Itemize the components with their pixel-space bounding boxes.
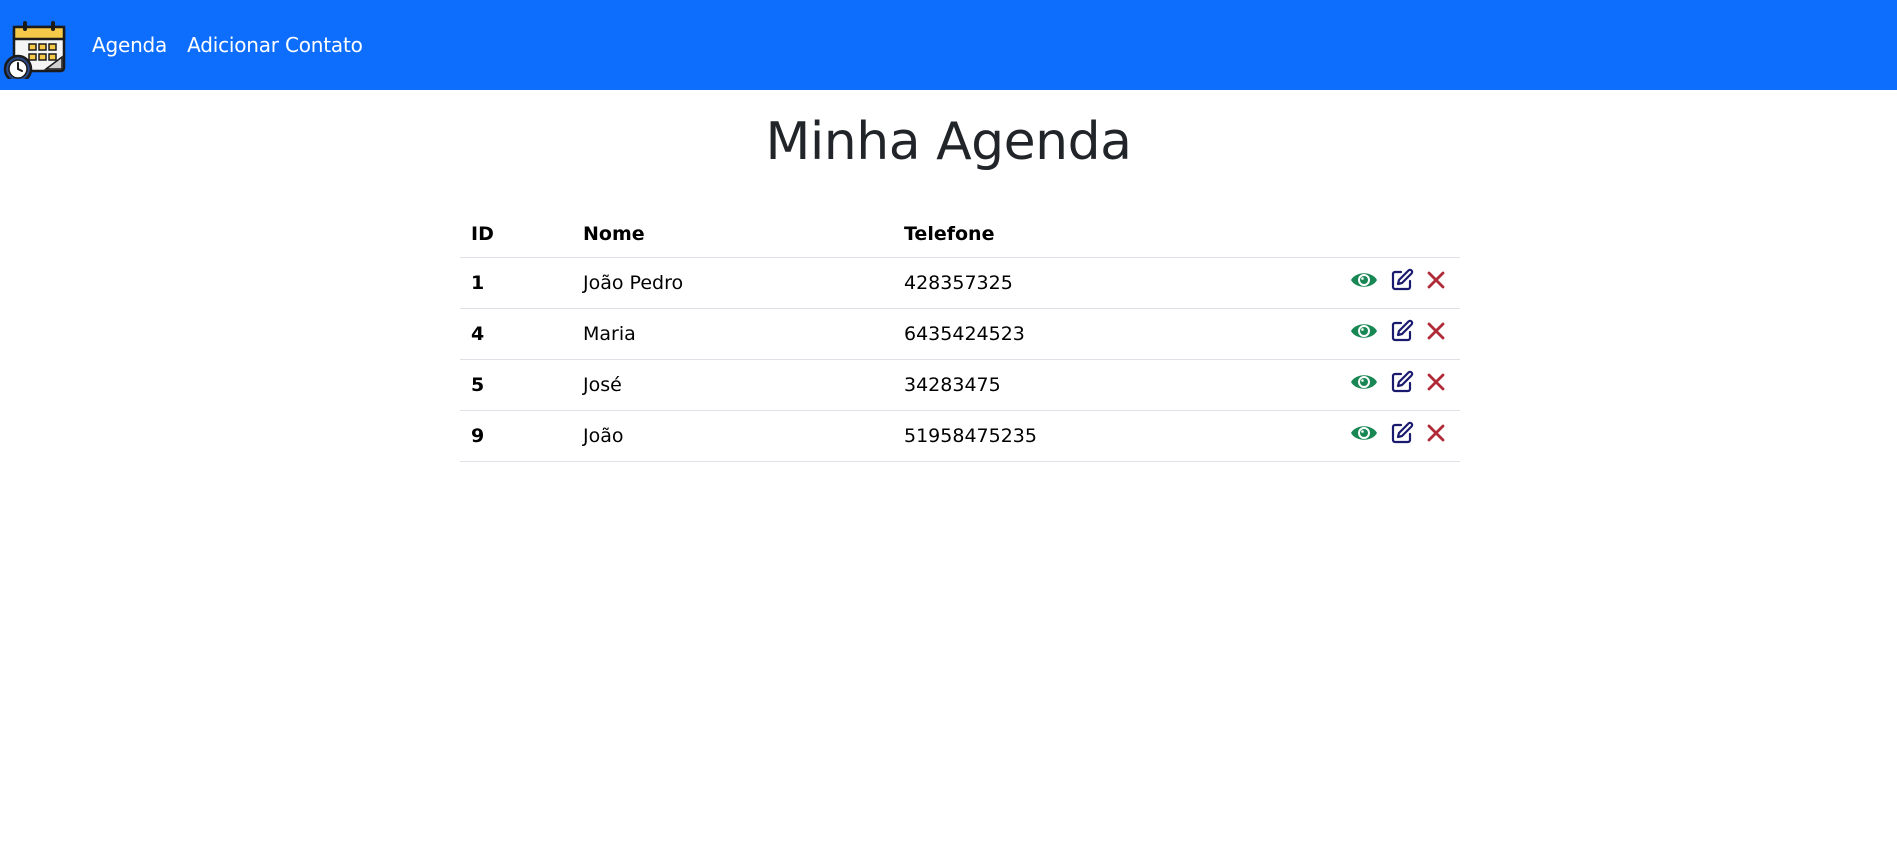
table-header-row: ID Nome Telefone (460, 211, 1460, 258)
calendar-clock-icon[interactable] (2, 13, 68, 84)
edit-icon[interactable] (1390, 268, 1414, 297)
cell-telefone: 51958475235 (893, 410, 1293, 462)
nav-link-agenda[interactable]: Agenda (92, 33, 167, 57)
eye-icon[interactable] (1350, 422, 1378, 449)
nav-links: Agenda Adicionar Contato (92, 33, 383, 57)
cell-nome: João (572, 410, 893, 462)
close-icon[interactable] (1426, 372, 1446, 397)
navbar: Agenda Adicionar Contato (0, 0, 1897, 90)
nav-link-adicionar-contato[interactable]: Adicionar Contato (187, 33, 363, 57)
table-row: 5 José 34283475 (460, 359, 1460, 411)
cell-actions (1293, 359, 1460, 411)
contacts-table-container: ID Nome Telefone 1 João Pedro 428357325 (460, 211, 1460, 462)
contacts-table: ID Nome Telefone 1 João Pedro 428357325 (460, 211, 1460, 462)
table-row: 9 João 51958475235 (460, 410, 1460, 462)
table-row: 4 Maria 6435424523 (460, 308, 1460, 360)
table-body: 1 João Pedro 428357325 4 Maria 643542452… (460, 257, 1460, 462)
cell-id: 1 (460, 257, 572, 309)
cell-actions (1293, 257, 1460, 309)
column-header-id: ID (460, 211, 572, 258)
close-icon[interactable] (1426, 423, 1446, 448)
table-row: 1 João Pedro 428357325 (460, 257, 1460, 309)
cell-id: 4 (460, 308, 572, 360)
column-header-actions (1293, 211, 1460, 258)
cell-telefone: 428357325 (893, 257, 1293, 309)
cell-id: 5 (460, 359, 572, 411)
eye-icon[interactable] (1350, 269, 1378, 296)
edit-icon[interactable] (1390, 421, 1414, 450)
edit-icon[interactable] (1390, 370, 1414, 399)
close-icon[interactable] (1426, 270, 1446, 295)
cell-nome: José (572, 359, 893, 411)
cell-actions (1293, 410, 1460, 462)
cell-telefone: 6435424523 (893, 308, 1293, 360)
eye-icon[interactable] (1350, 320, 1378, 347)
cell-nome: Maria (572, 308, 893, 360)
column-header-nome: Nome (572, 211, 893, 258)
column-header-telefone: Telefone (893, 211, 1293, 258)
close-icon[interactable] (1426, 321, 1446, 346)
cell-id: 9 (460, 410, 572, 462)
page-title: Minha Agenda (765, 112, 1132, 172)
edit-icon[interactable] (1390, 319, 1414, 348)
eye-icon[interactable] (1350, 371, 1378, 398)
cell-telefone: 34283475 (893, 359, 1293, 411)
cell-actions (1293, 308, 1460, 360)
cell-nome: João Pedro (572, 257, 893, 309)
